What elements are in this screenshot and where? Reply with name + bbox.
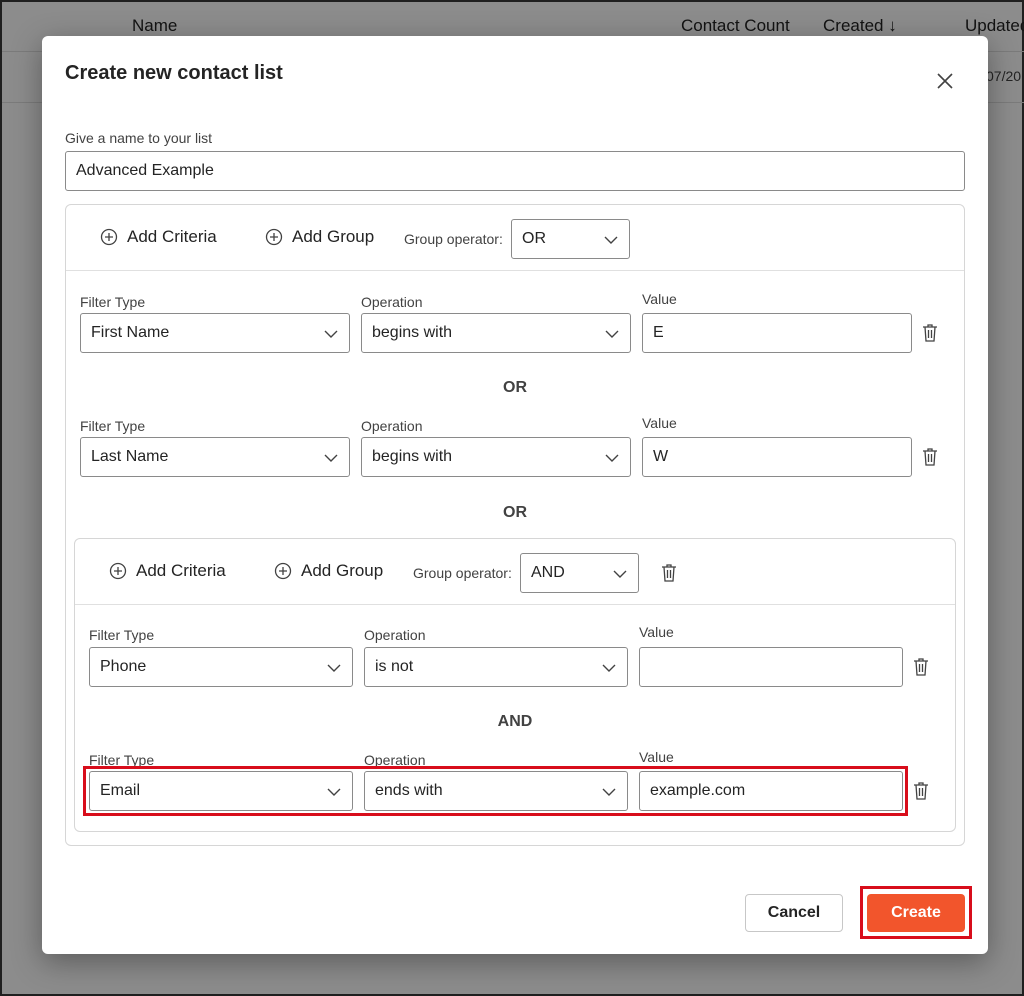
- dialog-title: Create new contact list: [65, 62, 283, 84]
- close-icon: [937, 73, 953, 89]
- add-circle-icon: [274, 562, 292, 580]
- chevron-down-icon: [327, 788, 341, 796]
- logical-separator: OR: [503, 379, 527, 396]
- group-operator-label: Group operator:: [404, 231, 503, 247]
- filter-type-value: Email: [100, 782, 141, 799]
- value-label: Value: [642, 291, 677, 307]
- close-button[interactable]: [930, 66, 960, 96]
- trash-icon: [662, 564, 676, 582]
- operation-value: begins with: [372, 324, 453, 341]
- operation-label: Operation: [361, 294, 423, 310]
- filter-type-label: Filter Type: [89, 627, 155, 643]
- root-add-criteria-button[interactable]: Add Criteria: [100, 227, 217, 247]
- trash-icon: [914, 782, 928, 800]
- add-criteria-label: Add Criteria: [136, 561, 226, 580]
- root-add-group-button[interactable]: Add Group: [265, 227, 374, 247]
- filter-type-value: Phone: [100, 658, 147, 675]
- group-operator-value: AND: [531, 564, 565, 581]
- list-name-input[interactable]: [65, 151, 965, 191]
- operation-label: Operation: [361, 418, 423, 434]
- trash-icon: [914, 658, 928, 676]
- operation-value: is not: [375, 658, 414, 675]
- value-input[interactable]: [642, 437, 912, 477]
- add-circle-icon: [109, 562, 127, 580]
- delete-criteria-button[interactable]: [910, 779, 932, 803]
- group-operator-value: OR: [522, 230, 546, 247]
- chevron-down-icon: [613, 570, 627, 578]
- nested-add-criteria-button[interactable]: Add Criteria: [109, 561, 226, 581]
- value-label: Value: [642, 415, 677, 431]
- root-group-operator-select[interactable]: OR: [511, 219, 630, 259]
- chevron-down-icon: [602, 788, 616, 796]
- nested-criteria-group: Add Criteria Add Group Group operator: A…: [74, 538, 956, 832]
- operation-label: Operation: [364, 627, 426, 643]
- logical-separator: AND: [497, 713, 533, 730]
- add-circle-icon: [265, 228, 283, 246]
- filter-type-label: Filter Type: [89, 752, 155, 768]
- operation-select[interactable]: begins with: [361, 313, 631, 353]
- chevron-down-icon: [324, 454, 338, 462]
- filter-type-label: Filter Type: [80, 418, 146, 434]
- add-group-label: Add Group: [292, 227, 375, 246]
- nested-group-operator-select[interactable]: AND: [520, 553, 639, 593]
- filter-type-value: Last Name: [91, 448, 169, 465]
- chevron-down-icon: [602, 664, 616, 672]
- value-label: Value: [639, 749, 674, 765]
- chevron-down-icon: [605, 330, 619, 338]
- filter-type-value: First Name: [91, 324, 170, 341]
- cancel-button[interactable]: Cancel: [745, 894, 843, 932]
- operation-value: begins with: [372, 448, 453, 465]
- value-input[interactable]: [642, 313, 912, 353]
- filter-type-select[interactable]: Last Name: [80, 437, 350, 477]
- root-group-toolbar: Add Criteria Add Group Group operator: O…: [66, 205, 964, 271]
- delete-criteria-button[interactable]: [919, 445, 941, 469]
- nested-group-toolbar: Add Criteria Add Group Group operator: A…: [75, 539, 955, 605]
- filter-type-select[interactable]: Phone: [89, 647, 353, 687]
- operation-value: ends with: [375, 782, 443, 799]
- delete-criteria-button[interactable]: [919, 321, 941, 345]
- trash-icon: [923, 448, 937, 466]
- value-input[interactable]: [639, 771, 903, 811]
- operation-select[interactable]: begins with: [361, 437, 631, 477]
- create-contact-list-dialog: Create new contact list Give a name to y…: [42, 36, 988, 954]
- operation-select[interactable]: is not: [364, 647, 628, 687]
- add-circle-icon: [100, 228, 118, 246]
- trash-icon: [923, 324, 937, 342]
- add-criteria-label: Add Criteria: [127, 227, 217, 246]
- list-name-label: Give a name to your list: [65, 130, 213, 146]
- operation-select[interactable]: ends with: [364, 771, 628, 811]
- group-operator-label: Group operator:: [413, 565, 512, 581]
- delete-criteria-button[interactable]: [910, 655, 932, 679]
- chevron-down-icon: [324, 330, 338, 338]
- chevron-down-icon: [327, 664, 341, 672]
- value-input[interactable]: [639, 647, 903, 687]
- nested-add-group-button[interactable]: Add Group: [274, 561, 383, 581]
- delete-group-button[interactable]: [658, 561, 680, 585]
- filter-type-select[interactable]: Email: [89, 771, 353, 811]
- logical-separator: OR: [503, 504, 527, 521]
- criteria-root-group: Add Criteria Add Group Group operator: O…: [65, 204, 965, 846]
- filter-type-select[interactable]: First Name: [80, 313, 350, 353]
- add-group-label: Add Group: [301, 561, 384, 580]
- create-button[interactable]: Create: [867, 894, 965, 932]
- chevron-down-icon: [605, 454, 619, 462]
- value-label: Value: [639, 624, 674, 640]
- chevron-down-icon: [604, 236, 618, 244]
- operation-label: Operation: [364, 752, 426, 768]
- filter-type-label: Filter Type: [80, 294, 146, 310]
